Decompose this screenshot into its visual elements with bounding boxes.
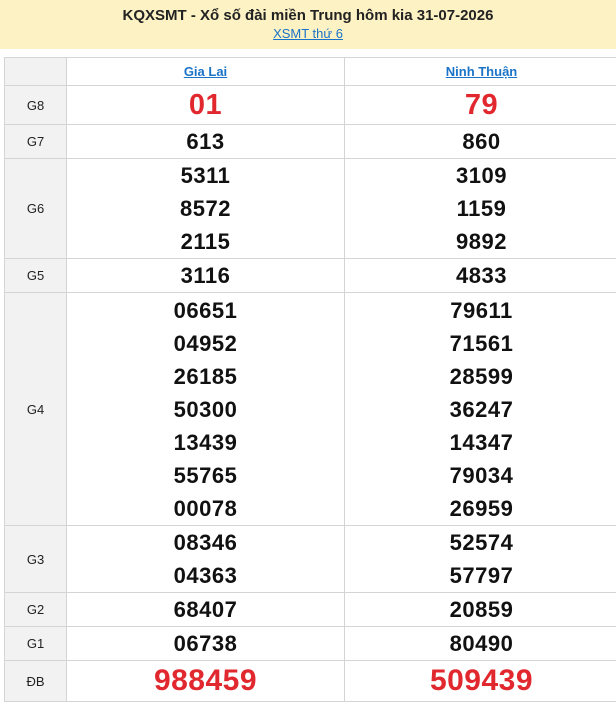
prize-number: 00078 <box>173 495 238 521</box>
prize-number: 08346 <box>173 530 238 555</box>
prize-cell: 80490 <box>344 626 616 661</box>
prize-cell: 01 <box>66 85 345 125</box>
prize-row-g6: G6 5311 8572 2115 3109 1159 9892 <box>4 158 616 259</box>
prize-label: G7 <box>4 124 67 159</box>
prize-cell: 52574 57797 <box>344 525 616 593</box>
prize-row-g5: G5 3116 4833 <box>4 258 616 293</box>
prize-label: G2 <box>4 592 67 627</box>
page-title: KQXSMT - Xổ số đài miền Trung hôm kia 31… <box>122 7 494 24</box>
province-link-ninh-thuan[interactable]: Ninh Thuận <box>446 64 518 79</box>
prize-number: 26185 <box>173 363 238 389</box>
prize-cell: 08346 04363 <box>66 525 345 593</box>
prize-label: G3 <box>4 525 67 593</box>
prize-number: 57797 <box>449 563 514 588</box>
prize-label: G8 <box>4 85 67 125</box>
prize-number: 01 <box>188 89 223 121</box>
prize-cell: 79611 71561 28599 36247 14347 79034 2695… <box>344 292 616 526</box>
province-header-ninh-thuan: Ninh Thuận <box>344 57 616 86</box>
prize-number: 2115 <box>180 229 231 254</box>
prize-cell: 613 <box>66 124 345 159</box>
prize-number: 613 <box>186 129 225 154</box>
prize-cell: 06651 04952 26185 50300 13439 55765 0007… <box>66 292 345 526</box>
prize-label: ĐB <box>4 660 67 702</box>
prize-cell: 509439 <box>344 660 616 702</box>
prize-row-g3: G3 08346 04363 52574 57797 <box>4 525 616 593</box>
prize-number: 3109 <box>456 163 507 188</box>
results-table: Gia Lai Ninh Thuận G8 01 79 G7 613 860 G… <box>4 57 616 702</box>
prize-number: 52574 <box>449 530 514 555</box>
prize-number: 1159 <box>456 196 507 221</box>
results-page: KQXSMT - Xổ số đài miền Trung hôm kia 31… <box>0 0 616 705</box>
prize-label: G4 <box>4 292 67 526</box>
prize-row-g8: G8 01 79 <box>4 85 616 125</box>
prize-number: 04952 <box>173 330 238 356</box>
prize-number: 06738 <box>173 631 238 656</box>
prize-cell: 3116 <box>66 258 345 293</box>
prize-number: 06651 <box>173 297 238 323</box>
province-header-row: Gia Lai Ninh Thuận <box>4 57 616 86</box>
prize-label: G6 <box>4 158 67 259</box>
prize-number: 55765 <box>173 462 238 488</box>
corner-cell <box>4 57 67 86</box>
province-link-gia-lai[interactable]: Gia Lai <box>184 64 227 79</box>
prize-number: 36247 <box>449 396 514 422</box>
weekday-link[interactable]: XSMT thứ 6 <box>273 25 343 42</box>
prize-number: 79611 <box>450 297 513 323</box>
results-header: KQXSMT - Xổ số đài miền Trung hôm kia 31… <box>0 0 616 49</box>
prize-number: 79 <box>464 89 499 121</box>
prize-cell: 5311 8572 2115 <box>66 158 345 259</box>
prize-cell: 4833 <box>344 258 616 293</box>
prize-number: 9892 <box>456 229 507 254</box>
prize-number: 14347 <box>449 429 514 455</box>
prize-number: 71561 <box>449 330 514 356</box>
prize-row-g7: G7 613 860 <box>4 124 616 159</box>
prize-number: 26959 <box>449 495 514 521</box>
prize-cell: 79 <box>344 85 616 125</box>
prize-number: 79034 <box>449 462 514 488</box>
prize-row-g2: G2 68407 20859 <box>4 592 616 627</box>
prize-number: 3116 <box>180 263 231 288</box>
prize-number: 50300 <box>173 396 238 422</box>
prize-number: 860 <box>462 129 501 154</box>
prize-number: 8572 <box>180 196 231 221</box>
prize-cell: 06738 <box>66 626 345 661</box>
prize-cell: 3109 1159 9892 <box>344 158 616 259</box>
province-header-gia-lai: Gia Lai <box>66 57 345 86</box>
prize-row-g1: G1 06738 80490 <box>4 626 616 661</box>
prize-number: 04363 <box>173 563 238 588</box>
prize-number: 80490 <box>449 631 514 656</box>
prize-number: 68407 <box>173 597 238 622</box>
prize-number: 20859 <box>449 597 514 622</box>
special-prize-number: 988459 <box>153 664 258 697</box>
prize-row-g4: G4 06651 04952 26185 50300 13439 55765 0… <box>4 292 616 526</box>
prize-label: G1 <box>4 626 67 661</box>
prize-cell: 68407 <box>66 592 345 627</box>
prize-label: G5 <box>4 258 67 293</box>
prize-number: 5311 <box>180 163 231 188</box>
prize-cell: 860 <box>344 124 616 159</box>
prize-cell: 988459 <box>66 660 345 702</box>
prize-row-special: ĐB 988459 509439 <box>4 660 616 702</box>
prize-number: 4833 <box>456 263 507 288</box>
special-prize-number: 509439 <box>429 664 534 697</box>
prize-cell: 20859 <box>344 592 616 627</box>
prize-number: 28599 <box>449 363 514 389</box>
prize-number: 13439 <box>173 429 238 455</box>
